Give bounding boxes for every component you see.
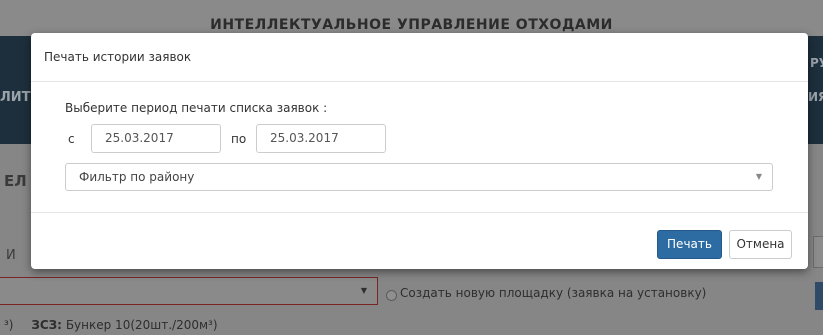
side-button bbox=[813, 236, 823, 268]
dialog-title: Печать истории заявок bbox=[44, 50, 192, 64]
create-site-radio-label: Создать новую площадку (заявка на устано… bbox=[400, 286, 707, 300]
bin-info-value: Бункер 10(20шт./200м³) bbox=[65, 318, 218, 332]
date-from-input[interactable]: 25.03.2017 bbox=[91, 124, 221, 153]
date-to-input[interactable]: 25.03.2017 bbox=[256, 124, 386, 153]
nav-item-right-1: РУ bbox=[810, 56, 823, 70]
from-label: с bbox=[68, 132, 75, 146]
app-title: ИНТЕЛЛЕКТУАЛЬНОЕ УПРАВЛЕНИЕ ОТХОДАМИ bbox=[210, 17, 613, 33]
district-filter-select[interactable]: Фильтр по району ▼ bbox=[65, 163, 773, 191]
bin-info-row: ³) ЗСЗ: Бункер 10(20шт./200м³) bbox=[4, 318, 218, 332]
app-header: ИНТЕЛЛЕКТУАЛЬНОЕ УПРАВЛЕНИЕ ОТХОДАМИ bbox=[0, 0, 823, 36]
bin-info-prefix: ³) bbox=[4, 318, 14, 332]
to-label: по bbox=[231, 132, 247, 146]
district-filter-value: Фильтр по району bbox=[79, 170, 195, 184]
dialog-body: Выберите период печати списка заявок : с… bbox=[31, 82, 808, 213]
side-action-button bbox=[815, 282, 823, 310]
print-history-dialog: Печать истории заявок Выберите период пе… bbox=[31, 33, 808, 269]
site-select: ▼ bbox=[0, 277, 378, 305]
dialog-footer: Печать Отмена bbox=[31, 213, 808, 269]
section-heading: ЕЛ bbox=[4, 172, 27, 190]
chevron-down-icon: ▼ bbox=[360, 286, 367, 295]
period-prompt: Выберите период печати списка заявок : bbox=[65, 101, 328, 115]
print-button[interactable]: Печать bbox=[657, 230, 722, 259]
nav-item-right-2: ИЯ bbox=[808, 90, 823, 104]
nav-item-left: ЛИТ bbox=[0, 90, 31, 105]
bin-info-label: ЗСЗ: bbox=[31, 318, 62, 332]
row-label: И bbox=[6, 248, 16, 263]
cancel-button[interactable]: Отмена bbox=[729, 230, 792, 259]
chevron-down-icon: ▼ bbox=[755, 172, 762, 181]
dialog-header: Печать истории заявок bbox=[31, 33, 808, 82]
radio-icon bbox=[386, 290, 397, 301]
